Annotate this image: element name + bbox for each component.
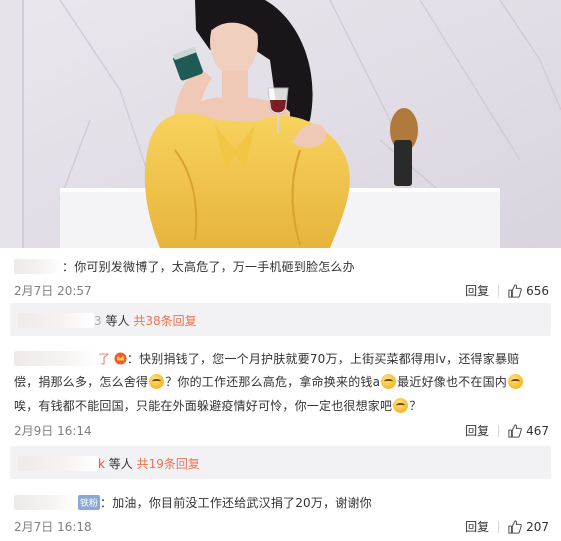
- thumbs-up-icon: [508, 519, 522, 534]
- comment-text: ：加油，你目前没工作还给武汉捐了20万，谢谢你: [100, 496, 372, 510]
- like-count: 656: [526, 283, 549, 298]
- divider: [498, 424, 500, 437]
- sad-emoji-icon: [393, 398, 409, 413]
- reply-usernames: [18, 456, 98, 471]
- reply-button[interactable]: 回复: [465, 422, 489, 439]
- replies-summary[interactable]: k 等人 共19条回复: [10, 446, 551, 479]
- reply-usernames: [18, 313, 94, 328]
- reply-button[interactable]: 回复: [465, 518, 489, 535]
- like-button[interactable]: 207: [508, 520, 549, 534]
- like-button[interactable]: 656: [508, 284, 549, 298]
- comment-username[interactable]: [14, 259, 62, 274]
- post-photo[interactable]: [0, 0, 561, 248]
- reply-button[interactable]: 回复: [465, 282, 489, 299]
- comment-username[interactable]: [14, 495, 78, 510]
- comment-date: 2月7日 20:57: [14, 284, 92, 298]
- like-count: 467: [526, 423, 549, 438]
- fan-badge: 铁粉: [78, 495, 101, 510]
- view-replies-link[interactable]: 共19条回复: [137, 457, 200, 471]
- comment-date: 2月9日 16:14: [14, 424, 92, 438]
- replies-summary[interactable]: 3 等人 共38条回复: [10, 303, 551, 336]
- divider: [498, 284, 500, 297]
- crying-emoji-icon: [149, 374, 165, 389]
- crown-badge-icon: [114, 352, 127, 365]
- like-button[interactable]: 467: [508, 424, 549, 438]
- crying-emoji-icon: [381, 374, 397, 389]
- view-replies-link[interactable]: 共38条回复: [133, 314, 196, 328]
- divider: [498, 520, 500, 533]
- comment-date: 2月7日 16:18: [14, 520, 92, 534]
- crying-emoji-icon: [507, 374, 523, 389]
- comment-text: ：你可别发微博了，太高危了，万一手机砸到脸怎么办: [62, 260, 355, 274]
- photo-scene: [0, 0, 561, 248]
- thumbs-up-icon: [508, 283, 522, 298]
- thumbs-up-icon: [508, 423, 522, 438]
- comment-username[interactable]: [14, 351, 98, 366]
- like-count: 207: [526, 519, 549, 534]
